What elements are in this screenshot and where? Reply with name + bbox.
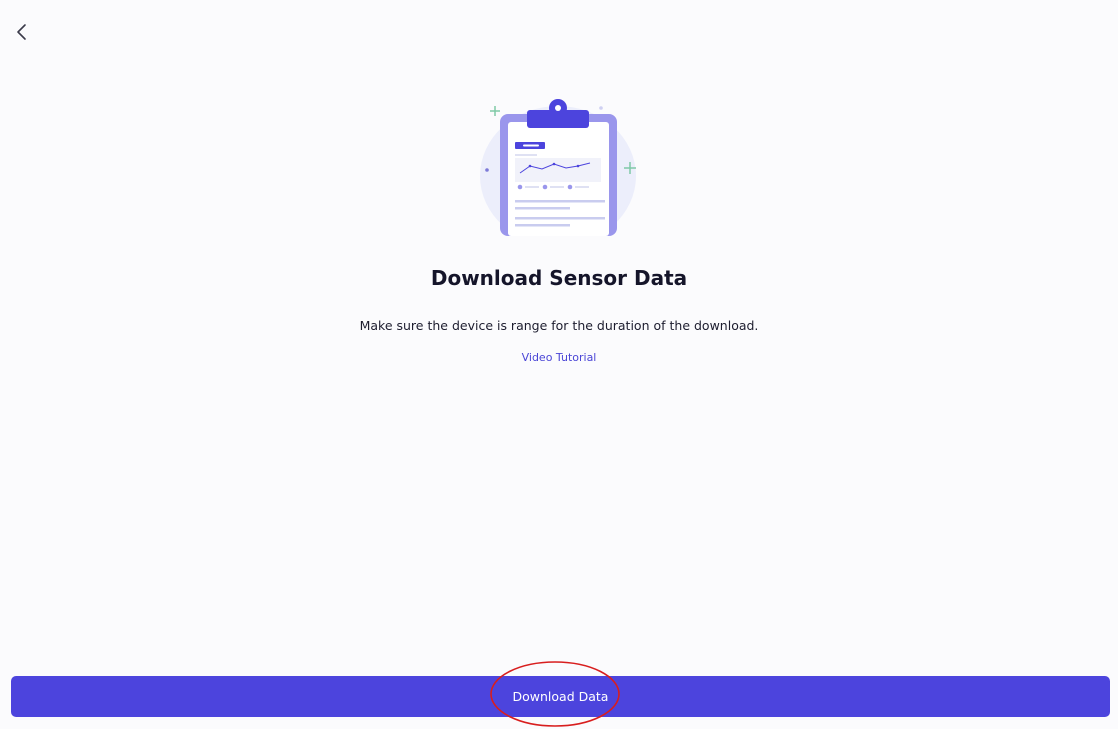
plus-icon [490, 106, 500, 116]
video-tutorial-link-container: Video Tutorial [0, 351, 1118, 364]
download-data-button[interactable]: Download Data [11, 676, 1110, 717]
page-title: Download Sensor Data [430, 266, 688, 290]
video-tutorial-link[interactable]: Video Tutorial [522, 351, 597, 364]
description-text: Make sure the device is range for the du… [359, 318, 759, 333]
download-data-label: Download Data [512, 689, 609, 704]
dot-icon [485, 168, 489, 172]
back-chevron-icon[interactable] [10, 20, 34, 44]
download-sensor-data-screen: Download Sensor Data Make sure the devic… [0, 0, 1118, 729]
clipboard-chart-illustration [480, 99, 636, 236]
dot-icon [599, 106, 603, 110]
